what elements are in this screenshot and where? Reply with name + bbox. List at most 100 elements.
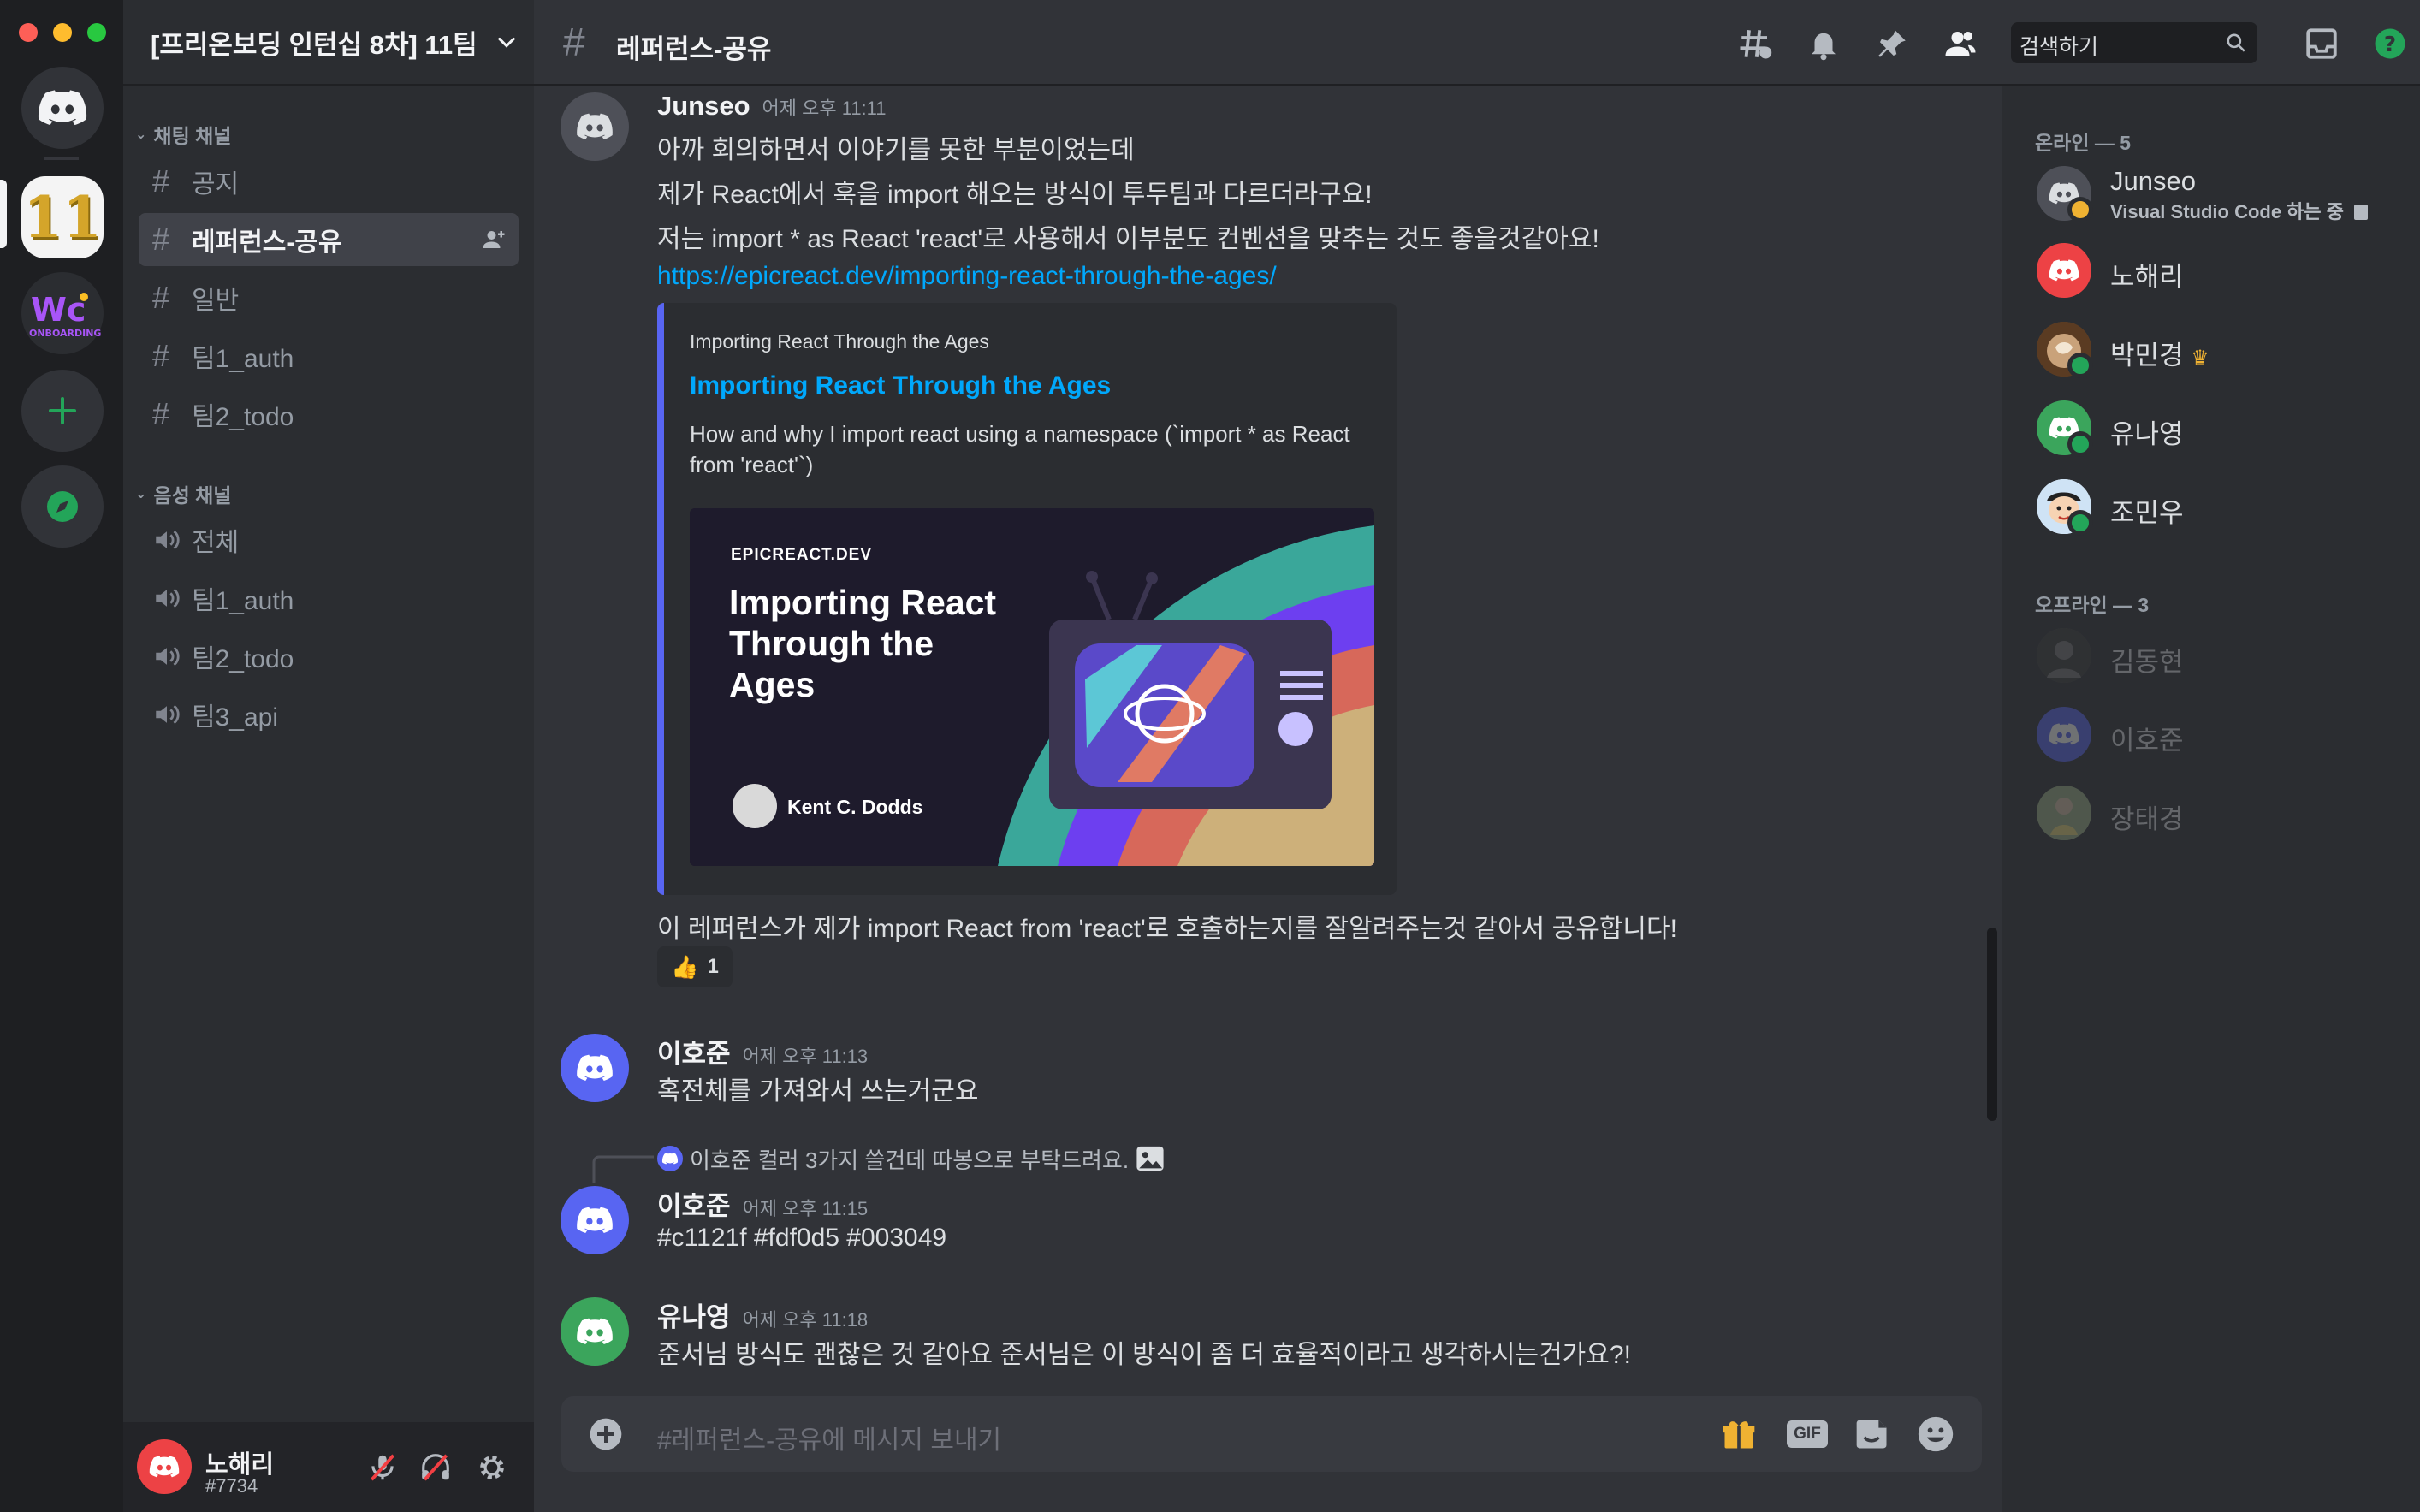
avatar[interactable]: [2037, 707, 2091, 762]
message-input[interactable]: #레퍼런스-공유에 메시지 보내기: [657, 1419, 1001, 1456]
discord-logo-icon: [38, 90, 87, 126]
voice-channel-all[interactable]: 전체: [139, 513, 519, 566]
svg-text:Wc: Wc: [31, 291, 86, 329]
idle-status-icon: [2067, 197, 2093, 222]
embed-image-title-line: Ages: [729, 665, 816, 704]
gear-icon[interactable]: [476, 1451, 508, 1484]
embed-image-title-line: Importing React: [729, 583, 997, 622]
message-author[interactable]: 이호준 어제 오후 11:15: [657, 1184, 868, 1223]
hash-icon: #: [563, 20, 585, 64]
message-line: 혹전체를 가져와서 쓰는거군요: [657, 1077, 979, 1106]
hash-icon: #: [152, 280, 170, 315]
voice-channel-team3-api[interactable]: 팀3_api: [139, 688, 519, 741]
sticker-icon[interactable]: [1854, 1415, 1891, 1453]
message-author[interactable]: 유나영 어제 오후 11:18: [657, 1296, 868, 1334]
channel-item-reference-share[interactable]: # 레퍼런스-공유: [139, 213, 519, 266]
reply-reference[interactable]: 이호준 컬러 3가지 쓸건데 따봉으로 부탁드려요.: [657, 1143, 1165, 1174]
avatar[interactable]: [561, 1186, 629, 1254]
avatar[interactable]: [561, 1034, 629, 1102]
member-name[interactable]: 조민우: [2110, 491, 2184, 530]
message-line: 아까 회의하면서 이야기를 못한 부분이었는데: [657, 136, 1135, 164]
zoom-window-button[interactable]: [87, 23, 106, 42]
avatar[interactable]: [561, 92, 629, 161]
channel-title: 레퍼런스-공유: [616, 34, 772, 64]
add-server-button[interactable]: [21, 370, 104, 452]
server-rail: 11 Wc ONBOARDING: [0, 0, 123, 1512]
member-name-text: 박민경: [2110, 341, 2184, 371]
chevron-down-icon: ⌄: [135, 487, 147, 501]
close-window-button[interactable]: [19, 23, 38, 42]
member-name[interactable]: Junseo: [2110, 166, 2196, 197]
pin-icon[interactable]: [1874, 26, 1910, 62]
reaction-button[interactable]: 👍 1: [657, 946, 733, 987]
voice-channel-team1-auth[interactable]: 팀1_auth: [139, 572, 519, 625]
text-channels-category[interactable]: ⌄ 채팅 채널: [135, 120, 231, 149]
embed-site-name: Importing React Through the Ages: [690, 330, 989, 353]
inbox-icon[interactable]: [2304, 26, 2340, 62]
member-name[interactable]: 유나영: [2110, 412, 2184, 451]
mute-microphone-icon[interactable]: [366, 1451, 399, 1484]
explore-servers-button[interactable]: [21, 465, 104, 548]
channel-item-notice[interactable]: # 공지: [139, 155, 519, 208]
author-name: 이호준: [657, 1039, 731, 1069]
avatar[interactable]: [2037, 628, 2091, 683]
reply-author: 이호준: [690, 1147, 751, 1173]
discord-logo-icon: [2049, 723, 2079, 745]
chat-scrollbar-thumb[interactable]: [1987, 928, 1997, 1121]
member-name[interactable]: 김동현: [2110, 640, 2184, 679]
server-icon-11[interactable]: 11: [21, 176, 104, 258]
author-name: Junseo: [657, 91, 750, 121]
gift-icon[interactable]: [1720, 1415, 1758, 1453]
avatar[interactable]: [561, 1297, 629, 1366]
online-status-icon: [2067, 510, 2093, 536]
embed-description-line: How and why I import react using a names…: [690, 421, 1350, 447]
active-server-indicator: [0, 180, 7, 248]
speaker-icon: [152, 585, 192, 611]
member-name[interactable]: 이호준: [2110, 719, 2184, 757]
member-name[interactable]: 노해리: [2110, 255, 2184, 294]
bell-icon[interactable]: [1806, 26, 1842, 62]
embed-image[interactable]: EPICREACT.DEV Importing React Through th…: [690, 508, 1374, 866]
image-attachment-icon: [1136, 1146, 1164, 1171]
member-name[interactable]: 박민경 ♛: [2110, 334, 2209, 372]
embed-description-line: from 'react'`): [690, 452, 814, 477]
avatar[interactable]: [2037, 243, 2091, 298]
direct-messages-button[interactable]: [21, 67, 104, 149]
minimize-window-button[interactable]: [53, 23, 72, 42]
emoji-icon[interactable]: [1917, 1415, 1954, 1453]
gif-button[interactable]: GIF: [1787, 1420, 1828, 1448]
member-name[interactable]: 장태경: [2110, 798, 2184, 836]
plus-icon: [49, 397, 76, 424]
threads-icon[interactable]: [1737, 26, 1773, 62]
deafen-headphones-icon[interactable]: [419, 1451, 452, 1484]
hash-icon: #: [152, 222, 170, 257]
reply-spine: [592, 1155, 654, 1183]
speaker-icon: [152, 643, 192, 669]
channel-label: 팀2_todo: [192, 645, 294, 673]
message-line: 준서님 방식도 괜찮은 것 같아요 준서님은 이 방식이 좀 더 효율적이라고 …: [657, 1341, 1631, 1369]
author-name: 유나영: [657, 1302, 731, 1332]
member-list-icon[interactable]: [1943, 26, 1978, 62]
channel-item-team1-auth[interactable]: # 팀1_auth: [139, 329, 519, 382]
search-input[interactable]: 검색하기: [2011, 22, 2257, 63]
message-author[interactable]: Junseo 어제 오후 11:11: [657, 91, 887, 122]
channel-item-team2-todo[interactable]: # 팀2_todo: [139, 388, 519, 441]
avatar[interactable]: [137, 1439, 192, 1494]
voice-channels-category[interactable]: ⌄ 음성 채널: [135, 479, 231, 508]
avatar[interactable]: [2037, 786, 2091, 840]
add-attachment-icon[interactable]: [589, 1417, 623, 1451]
discord-logo-icon: [577, 1054, 613, 1081]
help-icon[interactable]: ?: [2372, 26, 2408, 62]
server-icon-onboarding[interactable]: Wc ONBOARDING: [21, 272, 104, 354]
embed-title-link[interactable]: Importing React Through the Ages: [690, 371, 1111, 400]
server-header[interactable]: [프리온보딩 인턴십 8차] 11팀: [123, 0, 534, 86]
channel-item-general[interactable]: # 일반: [139, 271, 519, 324]
message-link[interactable]: https://epicreact.dev/importing-react-th…: [657, 262, 1277, 291]
server-name: [프리온보딩 인턴십 8차] 11팀: [151, 29, 477, 60]
photo-avatar-icon: [2037, 786, 2091, 840]
chevron-down-icon: ⌄: [135, 127, 147, 142]
invite-member-icon[interactable]: [481, 227, 507, 252]
message-author[interactable]: 이호준 어제 오후 11:13: [657, 1032, 868, 1070]
channel-label: 공지: [192, 170, 240, 199]
voice-channel-team2-todo[interactable]: 팀2_todo: [139, 630, 519, 683]
